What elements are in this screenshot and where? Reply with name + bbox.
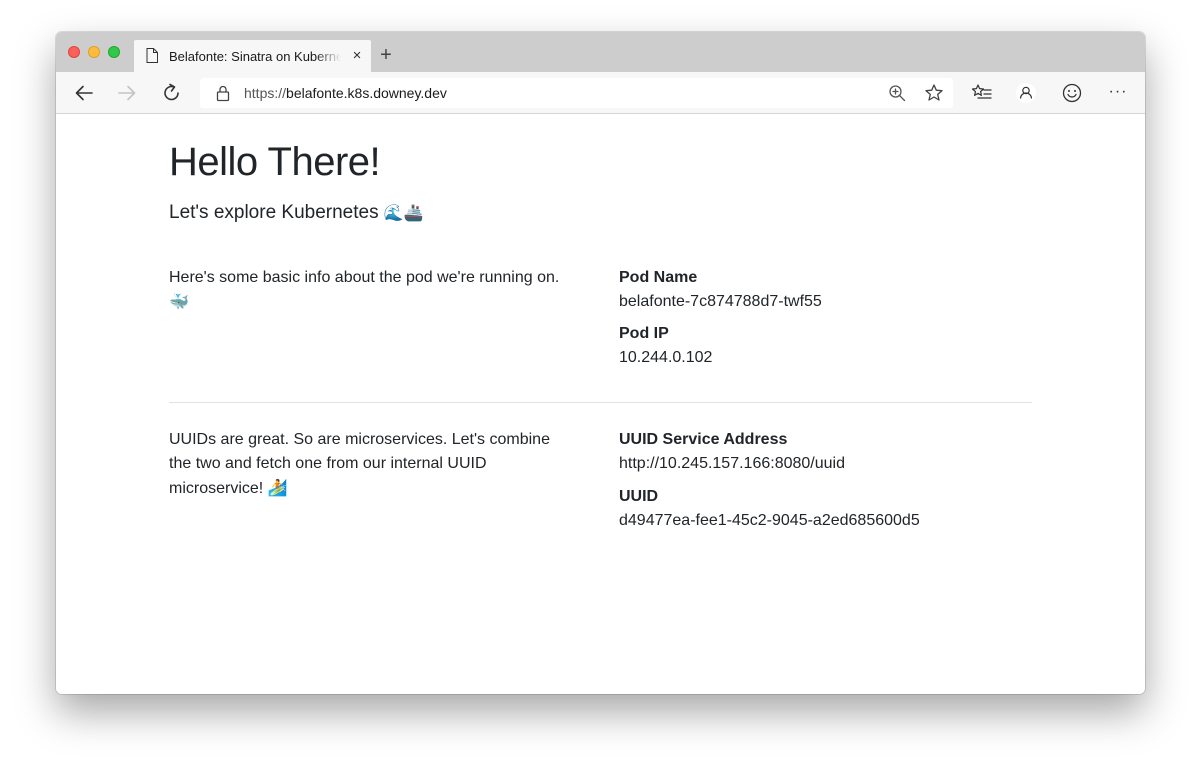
tab-bar: Belafonte: Sinatra on Kubernetes × + bbox=[56, 32, 1145, 72]
feedback-smiley-icon[interactable] bbox=[1061, 82, 1083, 104]
uuid-description: UUIDs are great. So are microservices. L… bbox=[169, 431, 550, 497]
refresh-icon[interactable] bbox=[159, 80, 185, 106]
uuid-label: UUID bbox=[619, 488, 659, 505]
page-title: Hello There! bbox=[169, 140, 381, 184]
close-window-button[interactable] bbox=[68, 46, 80, 58]
pod-name-label: Pod Name bbox=[619, 269, 698, 286]
forward-arrow-icon[interactable] bbox=[114, 80, 140, 106]
subtitle-text: Let's explore Kubernetes bbox=[169, 202, 379, 223]
lock-icon bbox=[215, 84, 231, 102]
close-tab-icon[interactable]: × bbox=[350, 48, 364, 64]
page-icon bbox=[146, 48, 158, 63]
pod-info-description: Here's some basic info about the pod we'… bbox=[169, 269, 560, 311]
uuid-value: d49477ea-fee1-45c2-9045-a2ed685600d5 bbox=[619, 512, 920, 529]
url-text[interactable]: https://belafonte.k8s.downey.dev bbox=[244, 84, 447, 102]
tab-title: Belafonte: Sinatra on Kubernetes bbox=[169, 49, 341, 64]
favorite-star-icon[interactable] bbox=[924, 83, 944, 103]
favorites-list-icon[interactable] bbox=[971, 82, 993, 104]
surfer-emoji: 🏄 bbox=[267, 478, 288, 497]
uuid-service-address-label: UUID Service Address bbox=[619, 431, 788, 448]
page-subtitle: Let's explore Kubernetes 🌊🚢 bbox=[169, 200, 424, 226]
section-divider bbox=[169, 402, 1032, 403]
pod-ip-value: 10.244.0.102 bbox=[619, 349, 713, 366]
uuid-service-address-value: http://10.245.157.166:8080/uuid bbox=[619, 455, 845, 472]
navigation-toolbar: https://belafonte.k8s.downey.dev ··· bbox=[56, 72, 1145, 114]
more-menu-icon[interactable]: ··· bbox=[1106, 82, 1130, 104]
profile-icon[interactable] bbox=[1015, 82, 1037, 104]
page-content: Hello There! Let's explore Kubernetes 🌊🚢… bbox=[56, 114, 1145, 694]
maximize-window-button[interactable] bbox=[108, 46, 120, 58]
tab-belafonte[interactable]: Belafonte: Sinatra on Kubernetes × bbox=[134, 40, 371, 72]
new-tab-button[interactable]: + bbox=[374, 44, 398, 66]
whale-emoji: 🐳 bbox=[169, 292, 189, 311]
browser-window: Belafonte: Sinatra on Kubernetes × + bbox=[56, 32, 1145, 694]
address-bar[interactable]: https://belafonte.k8s.downey.dev bbox=[200, 78, 953, 108]
pod-ip-label: Pod IP bbox=[619, 325, 669, 342]
back-arrow-icon[interactable] bbox=[71, 80, 97, 106]
minimize-window-button[interactable] bbox=[88, 46, 100, 58]
pod-name-value: belafonte-7c874788d7-twf55 bbox=[619, 293, 822, 310]
zoom-icon[interactable] bbox=[888, 84, 906, 102]
wave-ship-emoji: 🌊🚢 bbox=[383, 203, 424, 222]
